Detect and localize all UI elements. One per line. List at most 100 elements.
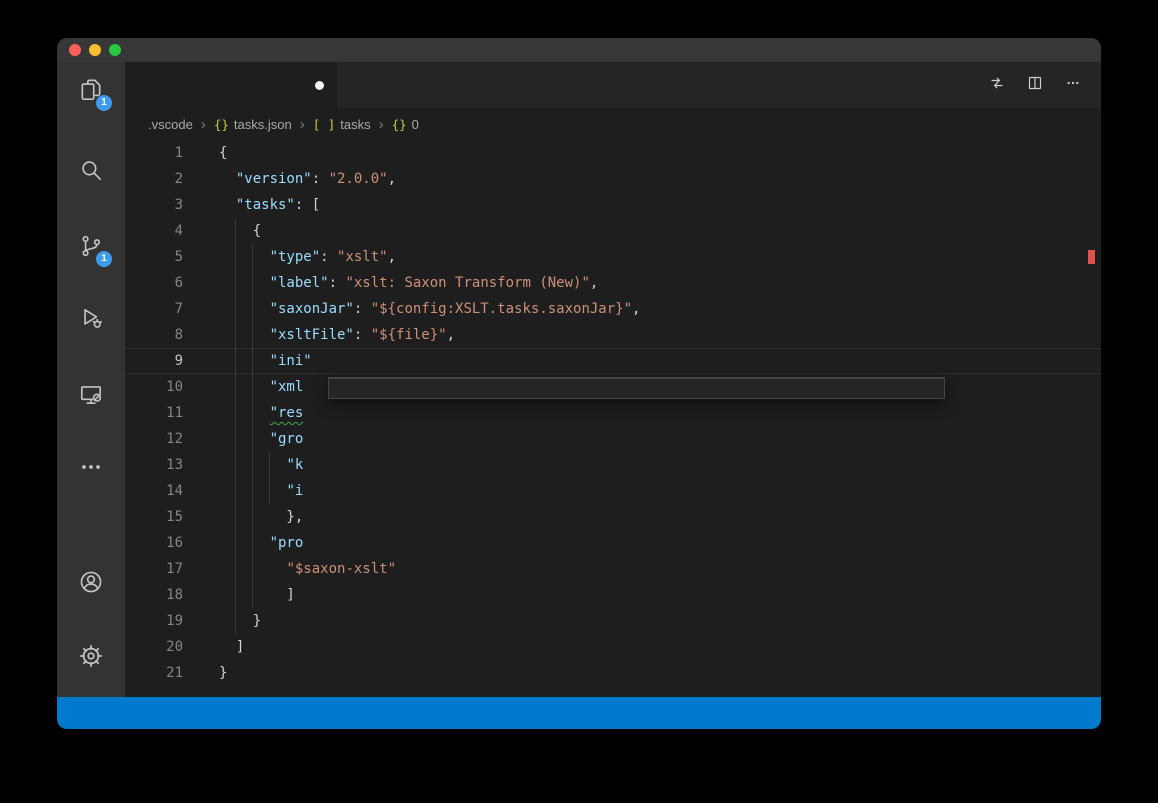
symbol-icon: {} [392,117,407,132]
line-number: 13 [125,452,183,478]
code-line: 3 "tasks": [ [125,192,1101,218]
line-number: 5 [125,244,183,270]
minimize-window-button[interactable] [89,44,101,56]
code-line: 16 "pro [125,530,1101,556]
line-number: 20 [125,634,183,660]
code-text: "k [219,452,303,478]
gear-icon [78,643,104,669]
split-editor-button[interactable] [1027,75,1043,96]
code-text: } [219,608,261,634]
code-text: "pro [219,530,303,556]
modified-dot-icon[interactable] [315,81,324,90]
line-number: 17 [125,556,183,582]
code-text: "label": "xslt: Saxon Transform (New)", [219,270,598,296]
tab-bar [125,62,1101,108]
title-bar[interactable] [57,38,1101,62]
code-line: 13 "k [125,452,1101,478]
indent-guide [269,452,270,504]
code-text: "gro [219,426,303,452]
breadcrumb-label: tasks [340,117,370,132]
activity-bar-item-search[interactable] [57,146,125,194]
code-text: }, [219,504,303,530]
more-actions-button[interactable] [1065,75,1081,96]
line-number: 12 [125,426,183,452]
breadcrumb-item-0[interactable]: {} 0 [392,117,419,132]
code-line: 1{ [125,140,1101,166]
line-number: 2 [125,166,183,192]
maximize-window-button[interactable] [109,44,121,56]
activity-bar-item-more-views[interactable] [57,443,125,491]
line-number: 4 [125,218,183,244]
editor[interactable]: 1{2 "version": "2.0.0",3 "tasks": [4 {5 … [125,140,1101,697]
line-number: 11 [125,400,183,426]
activity-badge: 1 [96,251,112,267]
suggest-widget [328,377,945,399]
code-line: 20 ] [125,634,1101,660]
remote-explorer-icon [78,382,104,408]
code-line: 8 "xsltFile": "${file}", [125,322,1101,348]
line-number: 6 [125,270,183,296]
breadcrumb: .vscode›{}tasks.json›[ ]tasks›{}0 [125,108,1101,140]
indent-guide [252,244,253,608]
code-line: 5 "type": "xslt", [125,244,1101,270]
close-window-button[interactable] [69,44,81,56]
line-number: 18 [125,582,183,608]
activity-badge: 1 [96,95,112,111]
line-number: 14 [125,478,183,504]
activity-bar-item-accounts[interactable] [57,558,125,606]
line-number: 21 [125,660,183,686]
chevron-right-icon: › [379,116,384,133]
line-number: 3 [125,192,183,218]
status-bar [57,697,1101,729]
editor-actions [989,62,1081,108]
open-changes-icon [989,75,1005,96]
activity-bar-item-run-and-debug[interactable] [57,294,125,342]
code-text: "res [219,400,303,426]
activity-bar-item-remote-explorer[interactable] [57,371,125,419]
search-icon [78,157,104,183]
line-number: 8 [125,322,183,348]
run-debug-icon [78,305,104,331]
code-line: 14 "i [125,478,1101,504]
symbol-icon: {} [214,117,229,132]
open-changes-button[interactable] [989,75,1005,96]
breadcrumb-item-tasks.json[interactable]: {} tasks.json [214,117,292,132]
code-line: 17 "$saxon-xslt" [125,556,1101,582]
tab-tasks-json[interactable] [125,62,337,108]
desktop-background: 11 .vscode›{}tasks.json›[ ]tasks›{}0 [0,0,1158,803]
activity-bar: 11 [57,62,125,697]
code-line: 21} [125,660,1101,686]
code-text: } [219,660,227,686]
line-number: 9 [125,348,183,374]
symbol-icon: [ ] [313,117,336,132]
code-text: { [219,218,261,244]
code-line: 9 "ini" [125,348,1101,374]
code-text: ] [219,582,295,608]
activity-bar-item-explorer[interactable]: 1 [57,66,125,114]
ellipsis-icon [1065,75,1081,96]
breadcrumb-label: tasks.json [234,117,292,132]
code-text: "xsltFile": "${file}", [219,322,455,348]
code-text: "version": "2.0.0", [219,166,396,192]
code-line: 18 ] [125,582,1101,608]
code-text: ] [219,634,244,660]
traffic-lights [69,44,121,56]
code-line: 6 "label": "xslt: Saxon Transform (New)"… [125,270,1101,296]
breadcrumb-label: 0 [412,117,419,132]
code-text: "tasks": [ [219,192,320,218]
code-text: "xml [219,374,303,400]
ellipsis-icon [78,454,104,480]
breadcrumb-item-tasks[interactable]: [ ] tasks [313,117,371,132]
line-number: 10 [125,374,183,400]
overview-ruler-error-mark [1088,250,1095,264]
activity-bar-item-settings[interactable] [57,632,125,680]
code-text: "ini" [219,348,312,374]
chevron-right-icon: › [201,116,206,133]
vscode-window: 11 .vscode›{}tasks.json›[ ]tasks›{}0 [57,38,1101,729]
line-number: 7 [125,296,183,322]
breadcrumb-item-.vscode[interactable]: .vscode [148,117,193,132]
code-text: "i [219,478,303,504]
activity-bar-item-source-control[interactable]: 1 [57,222,125,270]
code-line: 19 } [125,608,1101,634]
line-number: 15 [125,504,183,530]
